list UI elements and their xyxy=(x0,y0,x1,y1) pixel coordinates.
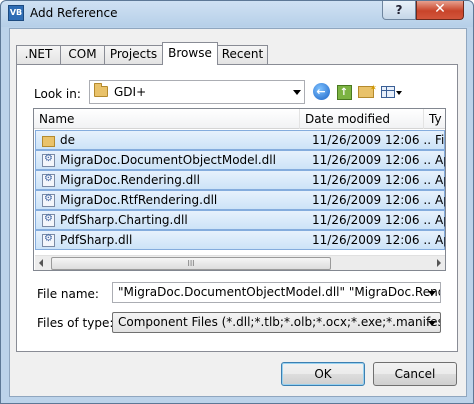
type-cell: Ap xyxy=(435,173,445,187)
list-item-file[interactable]: MigraDoc.DocumentObjectModel.dll 11/26/2… xyxy=(35,150,445,170)
date-modified-cell: 11/26/2009 12:06 ... xyxy=(312,213,430,227)
views-menu-icon xyxy=(381,86,395,98)
files-of-type-label: Files of type: xyxy=(37,316,114,330)
title-bar[interactable]: VB Add Reference ? ✕ xyxy=(1,1,473,27)
file-name-input[interactable]: "MigraDoc.DocumentObjectModel.dll" "Migr… xyxy=(112,282,441,303)
chevron-down-icon[interactable] xyxy=(428,291,436,296)
tab-net[interactable]: .NET xyxy=(16,45,61,64)
look-in-label: Look in: xyxy=(34,87,81,101)
dialog-window: VB Add Reference ? ✕ .NET COM Projects B… xyxy=(0,0,474,404)
dll-file-icon xyxy=(42,193,55,207)
ok-button[interactable]: OK xyxy=(281,362,365,386)
column-header-type[interactable]: Ty xyxy=(424,109,445,129)
look-in-dropdown[interactable]: GDI+ xyxy=(89,80,305,104)
window-title: Add Reference xyxy=(30,6,118,20)
list-item-file[interactable]: PdfSharp.Charting.dll 11/26/2009 12:06 .… xyxy=(35,210,445,230)
type-cell: Ap xyxy=(435,153,445,167)
files-of-type-value: Component Files (*.dll;*.tlb;*.olb;*.ocx… xyxy=(118,315,441,329)
dll-file-icon xyxy=(42,173,55,187)
chevron-down-icon xyxy=(396,91,402,95)
new-folder-icon xyxy=(358,79,377,99)
type-cell: Ap xyxy=(435,193,445,207)
list-item-file[interactable]: MigraDoc.RtfRendering.dll 11/26/2009 12:… xyxy=(35,190,445,210)
up-folder-button[interactable]: ↑ xyxy=(334,82,354,102)
list-header: Name Date modified Ty xyxy=(34,109,445,129)
file-name-value: "MigraDoc.DocumentObjectModel.dll" "Migr… xyxy=(118,285,440,299)
look-in-value: GDI+ xyxy=(114,85,147,99)
back-icon: ← xyxy=(312,83,330,100)
file-name-cell: PdfSharp.Charting.dll xyxy=(60,213,188,227)
dll-file-icon xyxy=(42,153,55,167)
tab-projects[interactable]: Projects xyxy=(104,45,163,64)
list-item-file[interactable]: MigraDoc.Rendering.dll 11/26/2009 12:06 … xyxy=(35,170,445,190)
new-folder-button[interactable] xyxy=(356,79,377,102)
folder-icon xyxy=(42,136,55,147)
type-cell: Ap xyxy=(435,233,445,247)
file-name-cell: MigraDoc.Rendering.dll xyxy=(60,173,200,187)
scrollbar-thumb[interactable]: III xyxy=(51,257,331,270)
dll-file-icon xyxy=(42,233,55,247)
file-name-cell: de xyxy=(60,133,75,147)
file-name-cell: MigraDoc.RtfRendering.dll xyxy=(60,193,218,207)
up-folder-icon: ↑ xyxy=(336,85,352,100)
dll-file-icon xyxy=(42,213,55,227)
type-cell: Ap xyxy=(435,213,445,227)
scroll-left-icon[interactable] xyxy=(39,259,43,267)
close-button[interactable]: ✕ xyxy=(416,1,464,20)
type-cell: Fi xyxy=(435,133,445,147)
date-modified-cell: 11/26/2009 12:06 ... xyxy=(312,233,430,247)
folder-icon xyxy=(94,83,108,97)
list-item-folder[interactable]: de 11/26/2009 12:06 ... Fi xyxy=(35,130,445,150)
chevron-down-icon xyxy=(428,321,436,326)
dialog-client-area: .NET COM Projects Browse Recent Look in:… xyxy=(9,28,467,397)
cancel-button[interactable]: Cancel xyxy=(373,362,457,386)
date-modified-cell: 11/26/2009 12:06 ... xyxy=(312,173,430,187)
tab-com[interactable]: COM xyxy=(60,45,105,64)
tab-recent[interactable]: Recent xyxy=(217,45,268,64)
file-list[interactable]: Name Date modified Ty de 11/26/2009 12:0… xyxy=(33,108,446,271)
chevron-down-icon xyxy=(293,90,301,95)
views-menu-button[interactable] xyxy=(378,82,402,102)
files-of-type-select[interactable]: Component Files (*.dll;*.tlb;*.olb;*.ocx… xyxy=(112,312,441,333)
list-item-file[interactable]: PdfSharp.dll 11/26/2009 12:06 ... Ap xyxy=(35,230,445,250)
date-modified-cell: 11/26/2009 12:06 ... xyxy=(312,193,430,207)
scroll-right-icon[interactable] xyxy=(437,259,441,267)
date-modified-cell: 11/26/2009 12:06 ... xyxy=(312,153,430,167)
visual-basic-app-icon: VB xyxy=(8,5,24,21)
column-header-name[interactable]: Name xyxy=(34,109,300,129)
help-button[interactable]: ? xyxy=(382,1,416,20)
back-button[interactable]: ← xyxy=(311,82,331,102)
file-name-cell: MigraDoc.DocumentObjectModel.dll xyxy=(60,153,276,167)
date-modified-cell: 11/26/2009 12:06 ... xyxy=(312,133,430,147)
column-header-date-modified[interactable]: Date modified xyxy=(300,109,424,129)
file-name-cell: PdfSharp.dll xyxy=(60,233,133,247)
horizontal-scrollbar[interactable]: III xyxy=(35,255,445,270)
file-name-label: File name: xyxy=(37,287,99,301)
tab-browse[interactable]: Browse xyxy=(162,42,218,65)
